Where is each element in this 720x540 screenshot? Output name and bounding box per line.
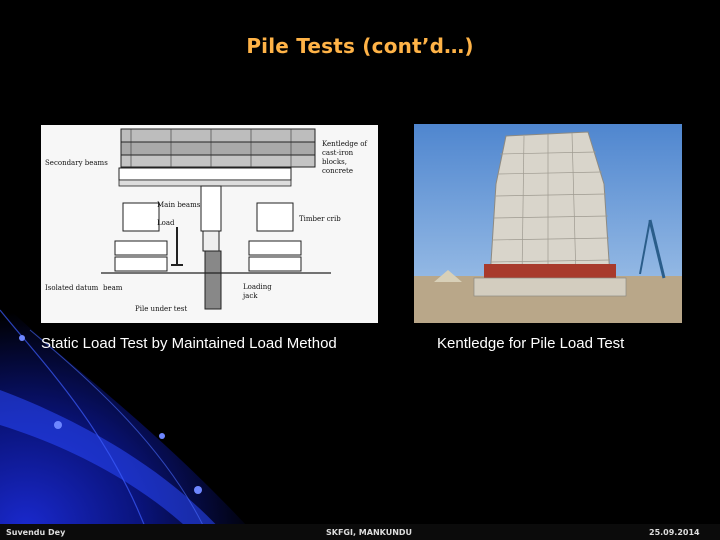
diagram-label-timber-crib: Timber crib — [299, 215, 341, 223]
footer-institution: SKFGI, MANKUNDU — [326, 528, 413, 537]
diagram-label-load: Load — [157, 219, 175, 227]
diagram-label-beam: beam — [103, 284, 123, 292]
kentledge-photo-drawing — [414, 124, 682, 323]
diagram-label-pile-under-test: Pile under test — [135, 305, 187, 313]
caption-static-load-test: Static Load Test by Maintained Load Meth… — [41, 335, 337, 352]
diagram-label-kentledge-1: Kentledge of — [322, 140, 368, 148]
diagram-label-kentledge-4: concrete — [322, 167, 353, 175]
caption-kentledge: Kentledge for Pile Load Test — [437, 335, 625, 352]
diagram-label-loading-2: jack — [242, 292, 258, 300]
diagram-label-kentledge-3: blocks, — [322, 158, 347, 166]
slide-title: Pile Tests (cont’d…) — [246, 34, 474, 58]
diagram-label-loading-1: Loading — [243, 283, 272, 291]
footer-date: 25.09.2014 — [649, 528, 700, 537]
diagram-label-main-beams: Main beams — [157, 201, 201, 209]
footer-author: Suvendu Dey — [6, 528, 66, 537]
static-load-test-diagram: Secondary beams Kentledge of cast-iron b… — [41, 125, 378, 323]
diagram-label-isolated-datum: Isolated datum — [45, 284, 99, 292]
diagram-label-secondary-beams: Secondary beams — [45, 159, 108, 167]
diagram-label-kentledge-2: cast-iron — [322, 149, 354, 157]
kentledge-photo — [414, 124, 682, 323]
diagram-drawing: Secondary beams Kentledge of cast-iron b… — [41, 125, 378, 323]
